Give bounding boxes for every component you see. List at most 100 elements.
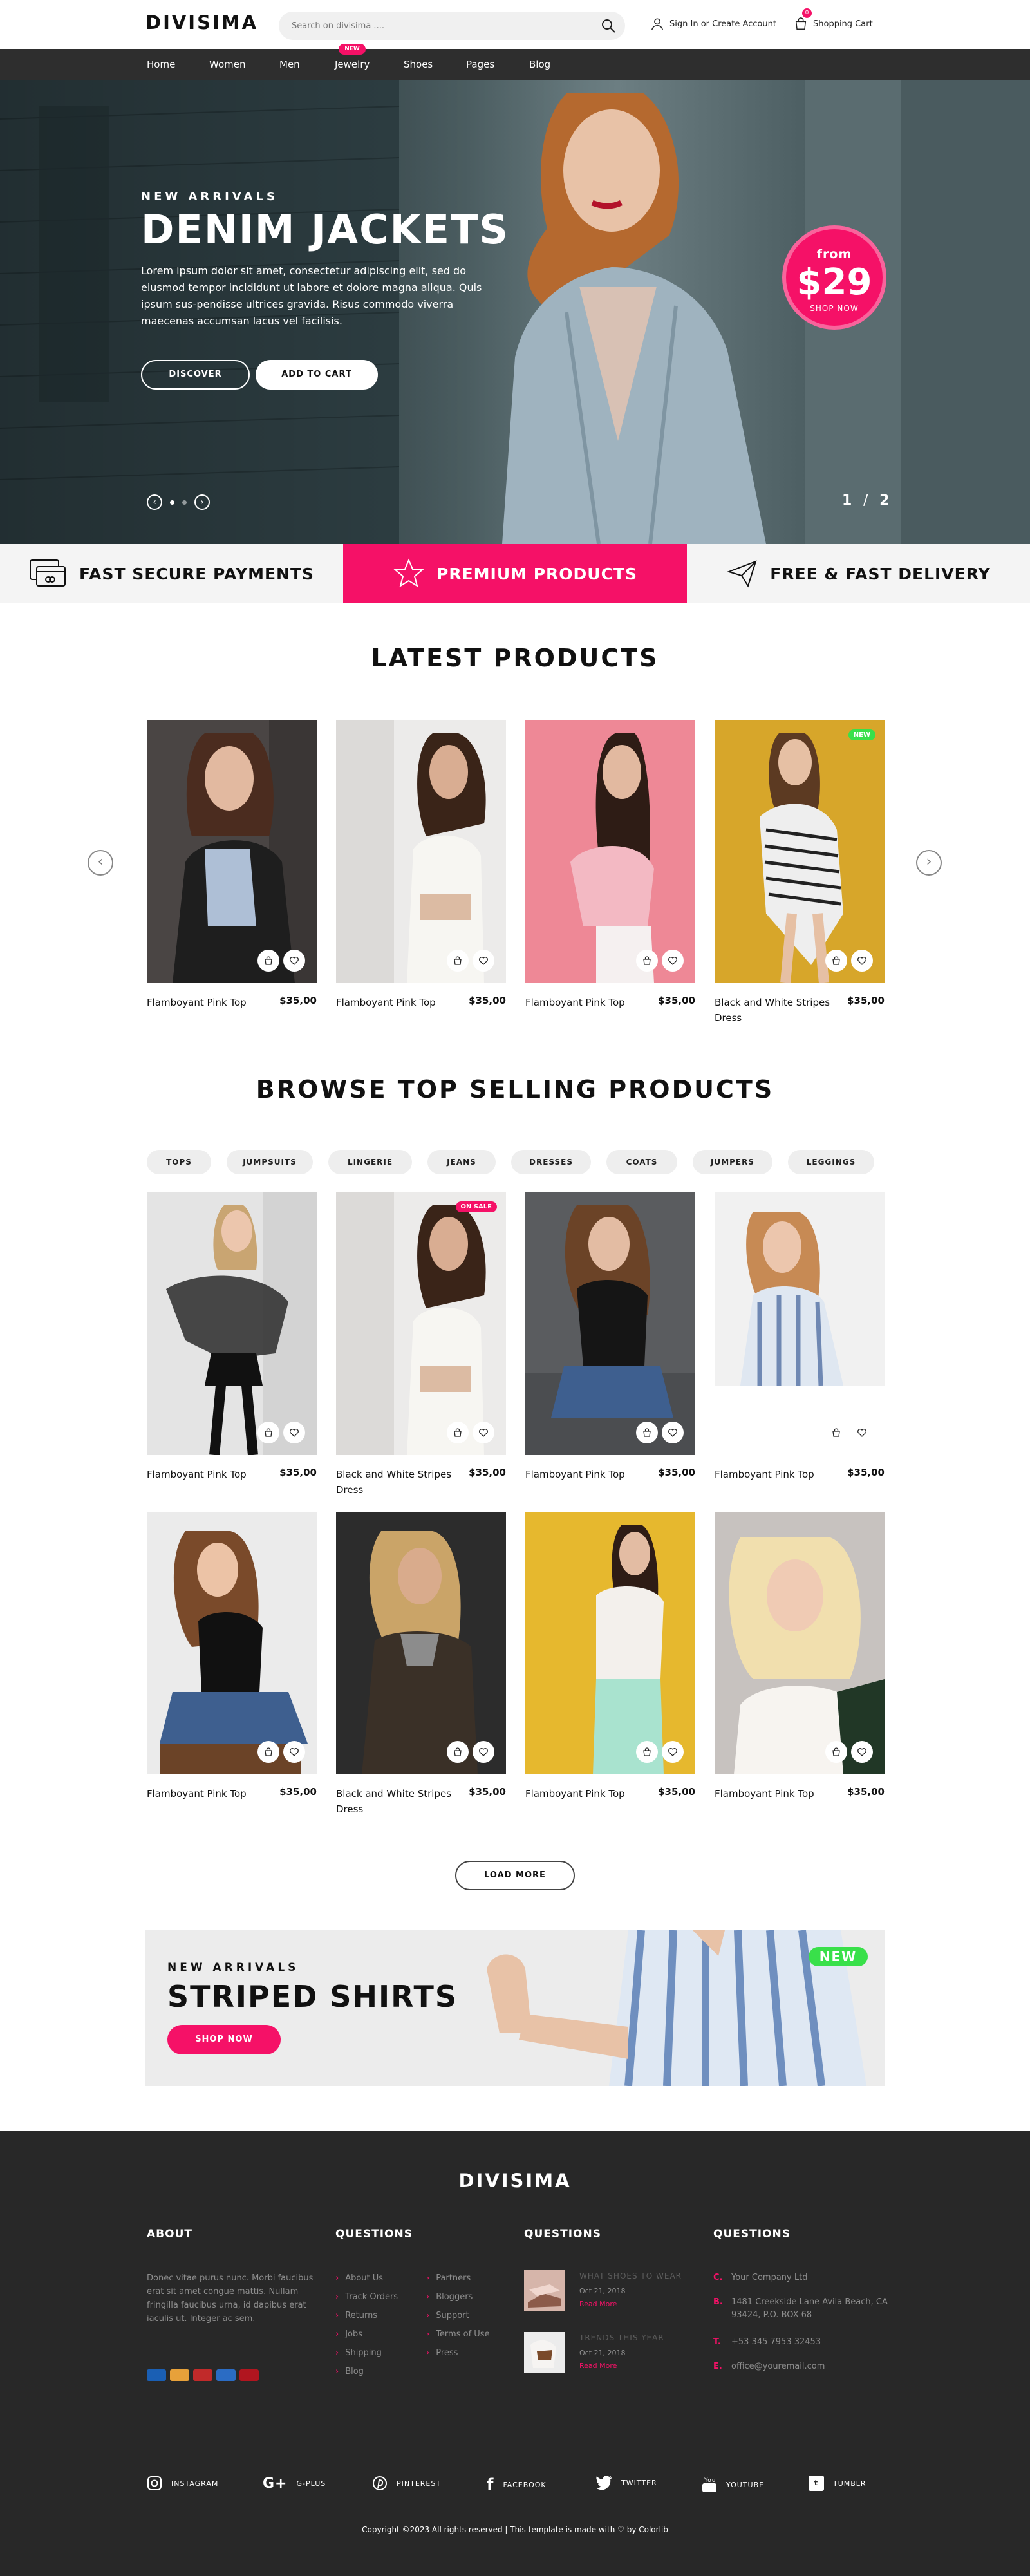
footer-link[interactable]: Shipping <box>335 2344 398 2362</box>
blog-title[interactable]: What shoes to wear <box>579 2271 682 2280</box>
footer-link[interactable]: Support <box>426 2306 490 2325</box>
product-name[interactable]: Flamboyant Pink Top <box>147 1786 269 1801</box>
wishlist-heart-icon[interactable] <box>473 950 494 972</box>
promo-banner[interactable]: NEW ARRIVALS STRIPED SHIRTS SHOP NOW NEW <box>145 1930 885 2086</box>
add-to-cart-icon[interactable] <box>636 950 658 972</box>
product-image[interactable] <box>715 720 885 983</box>
search-icon[interactable] <box>601 18 616 33</box>
footer-link[interactable]: Blog <box>335 2362 398 2381</box>
product-image[interactable] <box>336 720 506 983</box>
category-jumpsuits[interactable]: JUMPSUITS <box>227 1150 313 1174</box>
contact-text[interactable]: office@youremail.com <box>731 2360 825 2373</box>
slider-prev-icon[interactable]: ‹ <box>147 494 162 510</box>
product-image[interactable] <box>147 1192 317 1455</box>
wishlist-heart-icon[interactable] <box>851 1422 873 1443</box>
product-name[interactable]: Flamboyant Pink Top <box>525 995 648 1010</box>
social-facebook[interactable]: f FACEBOOK <box>487 2476 547 2494</box>
product-name[interactable]: Flamboyant Pink Top <box>715 1467 837 1482</box>
social-gplus[interactable]: G+ G-PLUS <box>263 2476 326 2492</box>
product-image[interactable] <box>147 1512 317 1774</box>
footer-blog-item[interactable]: Trends this year Oct 21, 2018 Read More <box>524 2332 698 2377</box>
social-youtube[interactable]: You YOUTUBE <box>702 2476 764 2494</box>
footer-blog-item[interactable]: What shoes to wear Oct 21, 2018 Read Mor… <box>524 2270 698 2315</box>
product-image[interactable] <box>715 1512 885 1774</box>
category-leggings[interactable]: LEGGINGS <box>788 1150 874 1174</box>
nav-item-women[interactable]: Women <box>209 59 245 70</box>
add-to-cart-icon[interactable] <box>636 1741 658 1763</box>
category-jumpers[interactable]: JUMPERS <box>693 1150 772 1174</box>
wishlist-heart-icon[interactable] <box>851 1741 873 1763</box>
nav-item-jewelry[interactable]: Jewelry <box>335 59 370 70</box>
wishlist-heart-icon[interactable] <box>662 1741 684 1763</box>
account-link[interactable]: Sign In or Create Account <box>650 17 776 31</box>
product-name[interactable]: Black and White Stripes Dress <box>336 1467 458 1498</box>
product-name[interactable]: Flamboyant Pink Top <box>147 995 269 1010</box>
product-image[interactable] <box>336 1512 506 1774</box>
load-more-button[interactable]: LOAD MORE <box>455 1861 575 1890</box>
wishlist-heart-icon[interactable] <box>473 1741 494 1763</box>
product-name[interactable]: Black and White Stripes Dress <box>336 1786 458 1817</box>
product-image[interactable] <box>525 1512 695 1774</box>
blog-title[interactable]: Trends this year <box>579 2333 664 2342</box>
footer-link[interactable]: Jobs <box>335 2325 398 2344</box>
add-to-cart-icon[interactable] <box>825 950 847 972</box>
nav-item-men[interactable]: Men <box>279 59 300 70</box>
search-input[interactable] <box>292 19 575 33</box>
product-name[interactable]: Flamboyant Pink Top <box>525 1467 648 1482</box>
footer-link[interactable]: Returns <box>335 2306 398 2325</box>
blog-read-more-link[interactable]: Read More <box>579 2300 617 2308</box>
add-to-cart-icon[interactable] <box>447 950 469 972</box>
slider-next-icon[interactable]: › <box>194 494 210 510</box>
social-pinterest[interactable]: PINTEREST <box>372 2476 441 2491</box>
product-image[interactable] <box>525 720 695 983</box>
nav-item-shoes[interactable]: Shoes <box>404 59 433 70</box>
footer-link[interactable]: Partners <box>426 2269 490 2288</box>
product-image[interactable] <box>336 1192 506 1455</box>
wishlist-heart-icon[interactable] <box>851 950 873 972</box>
site-logo[interactable]: DIVISIMA <box>145 12 258 33</box>
wishlist-heart-icon[interactable] <box>283 1741 305 1763</box>
nav-item-pages[interactable]: Pages <box>466 59 494 70</box>
contact-text[interactable]: +53 345 7953 32453 <box>731 2336 821 2349</box>
footer-link[interactable]: Terms of Use <box>426 2325 489 2344</box>
category-coats[interactable]: COATS <box>606 1150 677 1174</box>
category-tops[interactable]: TOPS <box>147 1150 211 1174</box>
add-to-cart-button[interactable]: ADD TO CART <box>256 360 378 390</box>
product-image[interactable] <box>715 1192 885 1455</box>
product-image[interactable] <box>525 1192 695 1455</box>
carousel-next-icon[interactable]: › <box>916 850 942 876</box>
social-twitter[interactable]: TWITTER <box>595 2476 657 2490</box>
category-lingerie[interactable]: LINGERIE <box>328 1150 412 1174</box>
add-to-cart-icon[interactable] <box>258 1422 279 1443</box>
social-instagram[interactable]: INSTAGRAM <box>147 2476 218 2491</box>
category-dresses[interactable]: DRESSES <box>511 1150 591 1174</box>
wishlist-heart-icon[interactable] <box>283 950 305 972</box>
price-badge[interactable]: from $29 SHOP NOW <box>782 225 886 330</box>
social-tumblr[interactable]: t TUMBLR <box>809 2476 866 2491</box>
add-to-cart-icon[interactable] <box>825 1741 847 1763</box>
slider-dot-active[interactable] <box>170 500 174 505</box>
add-to-cart-icon[interactable] <box>258 950 279 972</box>
add-to-cart-icon[interactable] <box>447 1741 469 1763</box>
carousel-prev-icon[interactable]: ‹ <box>88 850 113 876</box>
discover-button[interactable]: DISCOVER <box>141 360 250 390</box>
footer-link[interactable]: About Us <box>335 2269 398 2288</box>
slider-dot[interactable] <box>182 500 187 505</box>
product-name[interactable]: Flamboyant Pink Top <box>147 1467 269 1482</box>
footer-logo[interactable]: DIVISIMA <box>0 2170 1030 2192</box>
add-to-cart-icon[interactable] <box>447 1422 469 1443</box>
product-name[interactable]: Flamboyant Pink Top <box>336 995 458 1010</box>
add-to-cart-icon[interactable] <box>258 1741 279 1763</box>
product-name[interactable]: Black and White Stripes Dress <box>715 995 837 1026</box>
wishlist-heart-icon[interactable] <box>473 1422 494 1443</box>
product-name[interactable]: Flamboyant Pink Top <box>525 1786 648 1801</box>
wishlist-heart-icon[interactable] <box>283 1422 305 1443</box>
footer-link[interactable]: Press <box>426 2344 490 2362</box>
cart-link[interactable]: Shopping Cart <box>794 17 873 31</box>
add-to-cart-icon[interactable] <box>636 1422 658 1443</box>
nav-item-home[interactable]: Home <box>147 59 175 70</box>
footer-link[interactable]: Track Orders <box>335 2288 398 2306</box>
banner-shop-now-button[interactable]: SHOP NOW <box>167 2025 281 2054</box>
wishlist-heart-icon[interactable] <box>662 1422 684 1443</box>
product-image[interactable] <box>147 720 317 983</box>
